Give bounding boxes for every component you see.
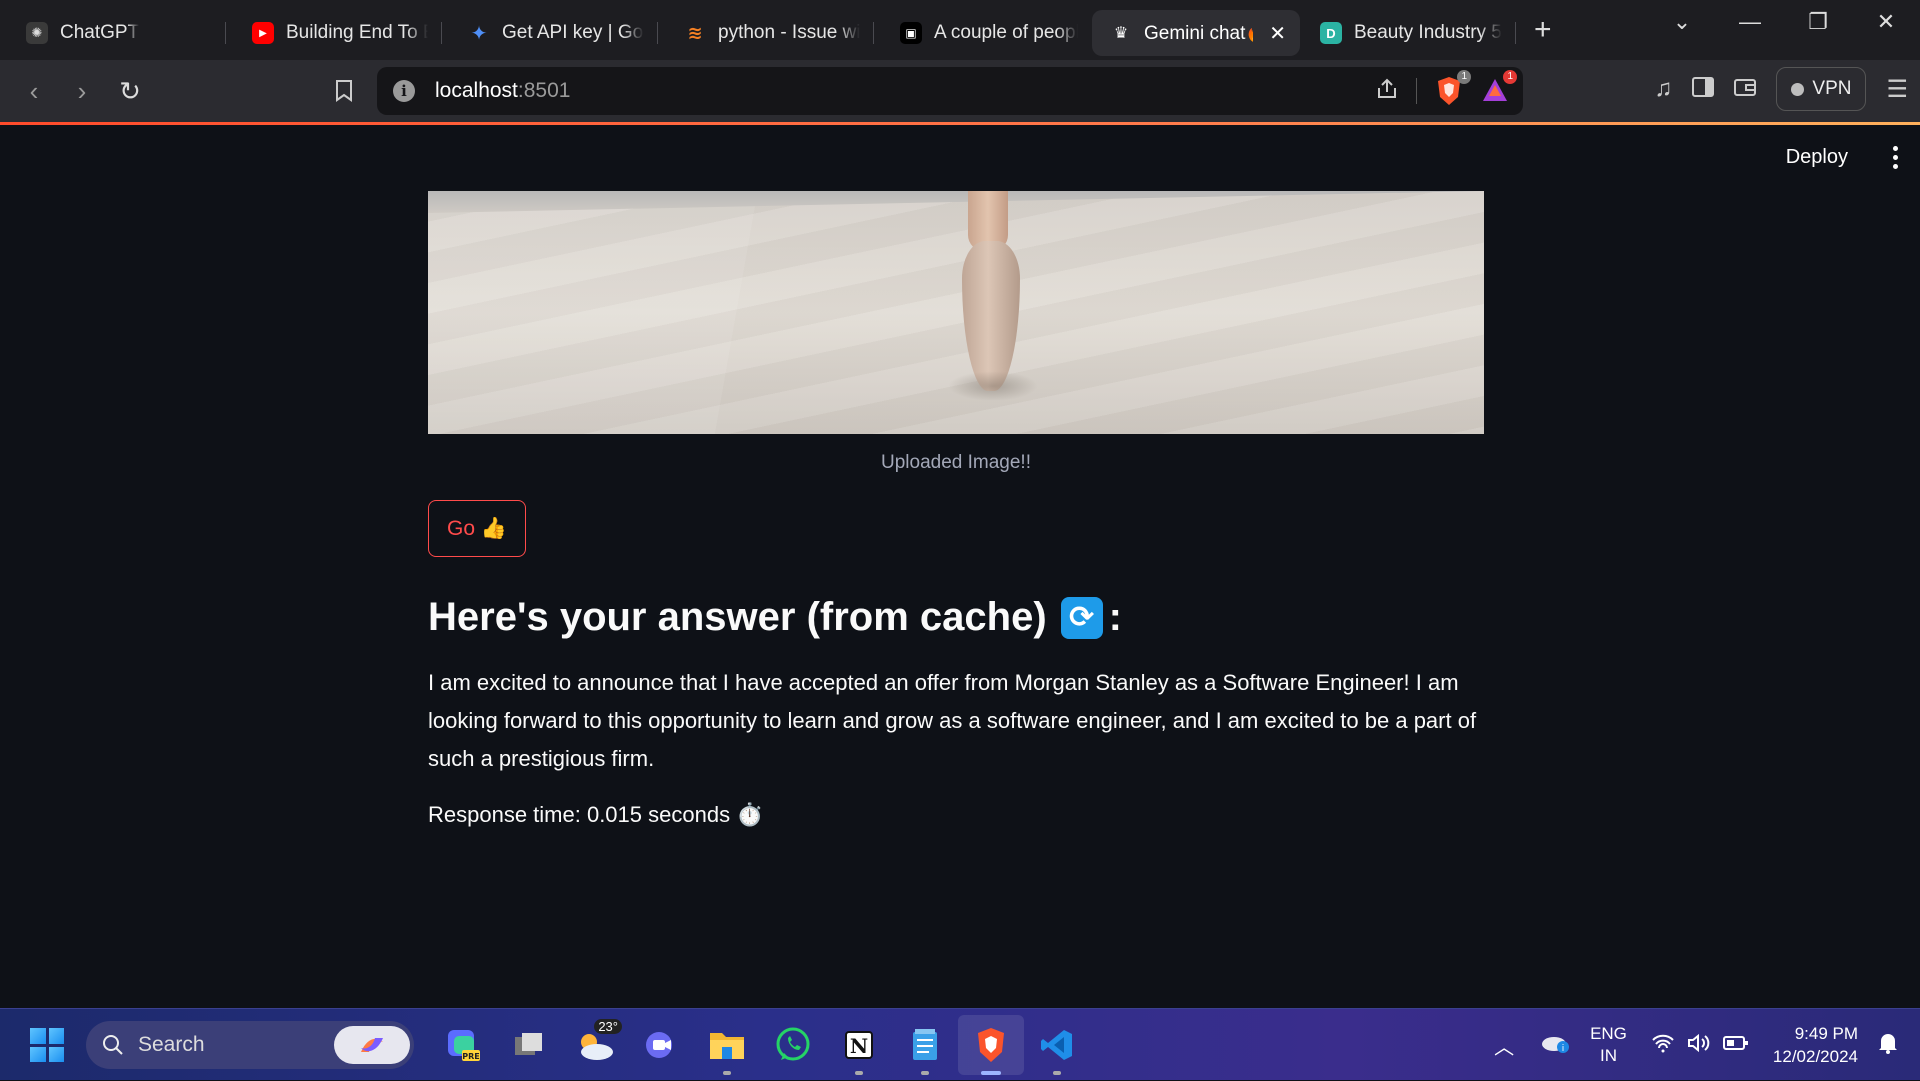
image-caption: Uploaded Image!!: [881, 452, 1031, 473]
windows-taskbar: Search PRE 23° N ︿ i ENG IN 9:49 PM 12/0…: [0, 1008, 1920, 1080]
system-tray: ︿ i ENG IN 9:49 PM 12/02/2024: [1494, 1009, 1920, 1081]
tab-gemini-chat[interactable]: ♛ Gemini chat🔥 ✕: [1092, 10, 1300, 56]
vpn-label: VPN: [1812, 78, 1852, 99]
share-icon[interactable]: [1376, 78, 1398, 105]
search-icon: [103, 1035, 123, 1055]
doc-icon: D: [1320, 22, 1342, 44]
copilot-icon[interactable]: [334, 1026, 410, 1064]
stackoverflow-icon: ≋: [687, 22, 703, 43]
tab-title: Get API key | Goog: [502, 22, 644, 43]
answer-heading-suffix: :: [1108, 595, 1122, 639]
windows-start-icon[interactable]: [30, 1028, 64, 1062]
meet-icon[interactable]: [628, 1015, 694, 1075]
brave-shield-icon[interactable]: 1: [1435, 70, 1471, 106]
show-hidden-icons-chevron-icon[interactable]: ︿: [1494, 1031, 1514, 1060]
google-ai-studio-icon: ✦: [470, 22, 488, 45]
shield-count-badge: 1: [1457, 70, 1471, 84]
weather-icon[interactable]: 23°: [562, 1015, 628, 1075]
address-bar-actions: 1 1: [1376, 67, 1517, 115]
tab-youtube[interactable]: ▶ Building End To En: [226, 10, 442, 56]
minimize-icon[interactable]: —: [1716, 0, 1784, 44]
wifi-icon[interactable]: [1651, 1033, 1675, 1058]
notion-icon[interactable]: N: [826, 1015, 892, 1075]
sidebar-icon[interactable]: [1692, 76, 1715, 102]
tab-title: A couple of people: [934, 22, 1078, 43]
browser-tab-strip: ✺ ChatGPT ▶ Building End To En ✦ Get API…: [0, 0, 1920, 60]
restore-icon[interactable]: ❐: [1784, 0, 1852, 44]
answer-text: I am excited to announce that I have acc…: [428, 670, 1477, 771]
window-controls: ⌄ — ❐ ✕: [1648, 0, 1920, 44]
url-text: localhost:8501: [435, 79, 571, 102]
deploy-button[interactable]: Deploy: [1786, 146, 1848, 169]
tab-unsplash[interactable]: ▣ A couple of people: [874, 10, 1092, 56]
go-button[interactable]: Go 👍: [428, 500, 526, 557]
tab-search-chevron-icon[interactable]: ⌄: [1648, 0, 1716, 44]
rewards-count-badge: 1: [1503, 70, 1517, 84]
tab-beauty-industry[interactable]: D Beauty Industry 57: [1300, 10, 1516, 56]
main-menu-icon[interactable]: [1893, 146, 1898, 169]
answer-heading: Here's your answer (from cache) ⟳ :: [428, 595, 1484, 640]
tab-title: Beauty Industry 57: [1354, 22, 1502, 43]
toolbar-right-actions: ♫ VPN ☰: [1654, 67, 1908, 111]
address-bar[interactable]: i localhost:8501 1 1: [377, 67, 1523, 115]
reload-icon[interactable]: ↻: [106, 67, 154, 115]
media-icon[interactable]: ♫: [1654, 75, 1672, 103]
weather-temp: 23°: [594, 1019, 622, 1034]
brave-rewards-icon[interactable]: 1: [1481, 70, 1517, 106]
wallet-icon[interactable]: [1734, 77, 1757, 102]
notepad-icon[interactable]: [892, 1015, 958, 1075]
close-window-icon[interactable]: ✕: [1852, 0, 1920, 44]
volume-icon[interactable]: [1687, 1033, 1711, 1058]
bookmark-icon[interactable]: [320, 67, 368, 115]
chatgpt-icon: ✺: [26, 22, 48, 44]
search-placeholder: Search: [138, 1033, 205, 1056]
page-load-bar: [0, 122, 1920, 125]
onedrive-icon[interactable]: i: [1540, 1032, 1570, 1059]
streamlit-icon: ♛: [1113, 25, 1129, 42]
repeat-icon: ⟳: [1060, 596, 1103, 639]
close-tab-icon[interactable]: ✕: [1269, 21, 1286, 46]
vscode-icon[interactable]: [1024, 1015, 1090, 1075]
answer-heading-text: Here's your answer (from cache): [428, 595, 1047, 639]
svg-text:PRE: PRE: [462, 1052, 480, 1061]
main-content: Uploaded Image!! Go 👍 Here's your answer…: [428, 191, 1484, 828]
vpn-status-icon: [1791, 82, 1805, 96]
site-info-icon[interactable]: i: [393, 80, 415, 102]
task-view-icon[interactable]: [496, 1015, 562, 1075]
svg-text:N: N: [850, 1034, 868, 1058]
whatsapp-icon[interactable]: [760, 1015, 826, 1075]
vpn-button[interactable]: VPN: [1776, 67, 1867, 111]
copilot-pre-icon[interactable]: PRE: [430, 1015, 496, 1075]
uploaded-image: [428, 191, 1484, 434]
taskbar-search[interactable]: Search: [86, 1021, 414, 1069]
new-tab-icon[interactable]: +: [1534, 13, 1552, 47]
battery-icon[interactable]: [1722, 1035, 1749, 1056]
tab-title: Gemini chat🔥: [1144, 23, 1253, 44]
svg-text:i: i: [1562, 1044, 1565, 1054]
tab-google-api-key[interactable]: ✦ Get API key | Goog: [442, 10, 658, 56]
tab-title: Building End To En: [286, 22, 428, 43]
tab-stackoverflow[interactable]: ≋ python - Issue with: [658, 10, 874, 56]
tab-title: ChatGPT: [60, 22, 140, 43]
youtube-icon: ▶: [252, 22, 274, 44]
brave-browser-icon[interactable]: [958, 1015, 1024, 1075]
unsplash-icon: ▣: [900, 22, 922, 44]
taskbar-pinned-apps: PRE 23° N: [430, 1009, 1090, 1081]
browser-toolbar: ‹ › ↻ i localhost:8501 1 1 ♫ VPN ☰: [0, 60, 1920, 122]
forward-icon[interactable]: ›: [58, 67, 106, 115]
back-icon[interactable]: ‹: [10, 67, 58, 115]
system-clock[interactable]: 9:49 PM 12/02/2024: [1773, 1022, 1858, 1068]
tab-title: python - Issue with: [718, 22, 860, 43]
input-language[interactable]: ENG IN: [1590, 1023, 1627, 1067]
menu-icon[interactable]: ☰: [1886, 75, 1908, 104]
response-time: Response time: 0.015 seconds ⏱️: [428, 802, 764, 827]
notifications-bell-icon[interactable]: [1878, 1032, 1898, 1059]
tab-chatgpt[interactable]: ✺ ChatGPT: [0, 10, 226, 56]
file-explorer-icon[interactable]: [694, 1015, 760, 1075]
